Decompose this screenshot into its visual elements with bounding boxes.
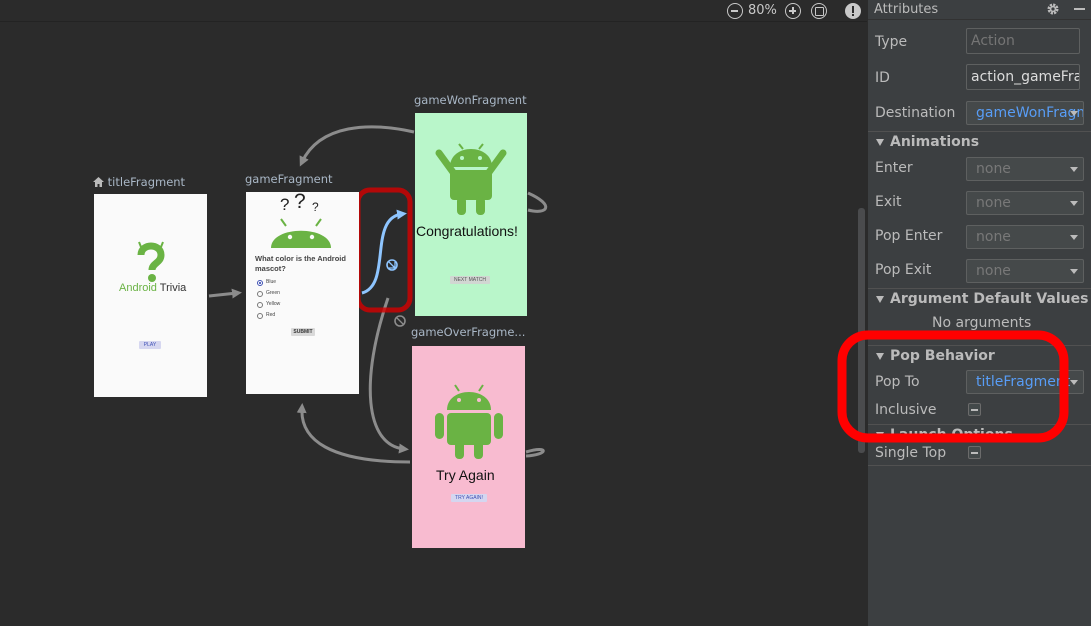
android-mascot-icon — [435, 384, 503, 459]
attributes-header: Attributes — [868, 0, 1091, 20]
answer-option[interactable]: Red — [257, 312, 317, 322]
id-label: ID — [875, 70, 890, 86]
svg-text:?: ? — [294, 192, 306, 213]
chevron-down-icon — [1070, 269, 1078, 274]
app-name: Android Trivia — [119, 282, 187, 294]
try-again-text: Try Again — [436, 467, 495, 483]
pop-behavior-icon — [386, 259, 398, 271]
enter-dropdown[interactable]: none — [966, 157, 1084, 181]
radio-icon — [257, 291, 263, 297]
chevron-down-icon — [1070, 235, 1078, 240]
title-fragment-label: titleFragment — [93, 175, 185, 189]
chevron-down-icon — [1070, 380, 1078, 385]
question-text: What color is the Android mascot? — [255, 254, 346, 273]
pop-exit-dropdown[interactable]: none — [966, 259, 1084, 283]
destination-dropdown[interactable]: gameWonFragment — [966, 101, 1084, 125]
exit-label: Exit — [875, 194, 902, 210]
exit-dropdown[interactable]: none — [966, 191, 1084, 215]
animations-section-header[interactable]: Animations — [868, 131, 1091, 153]
game-won-fragment-label: gameWonFragment — [414, 93, 527, 107]
minimize-icon[interactable] — [1074, 8, 1085, 10]
id-field[interactable]: action_gameFragment_to_gameWonFragment — [966, 64, 1080, 90]
game-fragment-screen[interactable]: ? ? ? What color is the Android mascot? … — [246, 192, 359, 394]
game-won-fragment-screen[interactable]: Congratulations! NEXT MATCH — [415, 113, 527, 316]
pop-exit-label: Pop Exit — [875, 262, 932, 278]
action-gamewon-restart[interactable] — [527, 191, 548, 213]
type-label: Type — [875, 34, 908, 50]
radio-icon — [257, 313, 263, 319]
action-gamewon-to-game[interactable] — [299, 125, 415, 167]
attributes-panel: Attributes Type ID action_gameFragment_t… — [837, 0, 1091, 626]
type-field[interactable] — [966, 28, 1080, 54]
chevron-down-icon — [1070, 167, 1078, 172]
destination-label: Destination — [875, 105, 956, 121]
title-fragment-screen[interactable]: Android Trivia PLAY — [94, 194, 207, 397]
navigation-graph-canvas[interactable]: 80% titleFragment Android Trivia PLAY ga… — [0, 0, 867, 626]
pop-behavior-icon — [394, 315, 406, 327]
action-title-to-game[interactable] — [208, 288, 242, 299]
radio-icon — [257, 302, 263, 308]
pop-enter-label: Pop Enter — [875, 228, 943, 244]
pop-behavior-highlight — [837, 330, 1069, 443]
submit-button[interactable]: SUBMIT — [291, 328, 315, 336]
radio-icon — [257, 280, 263, 286]
android-mascot-question-icon: ? ? ? — [271, 192, 331, 248]
panel-title: Attributes — [874, 2, 939, 17]
expand-triangle-icon — [876, 296, 884, 303]
action-game-to-gamewon-selected[interactable] — [361, 209, 407, 295]
game-over-fragment-label: gameOverFragme... — [411, 325, 526, 339]
svg-text:?: ? — [280, 195, 289, 214]
chevron-down-icon — [1070, 201, 1078, 206]
congratulations-text: Congratulations! — [416, 223, 518, 239]
home-icon — [93, 177, 104, 187]
divider — [868, 465, 1091, 466]
action-gameover-restart[interactable] — [525, 448, 545, 458]
game-over-fragment-screen[interactable]: Try Again TRY AGAIN! — [412, 346, 525, 548]
svg-text:?: ? — [312, 200, 319, 214]
play-button[interactable]: PLAY — [139, 341, 161, 349]
gear-icon[interactable] — [1046, 2, 1060, 16]
answer-option[interactable]: Blue — [257, 279, 317, 289]
action-gameover-to-game[interactable] — [296, 403, 411, 464]
next-match-button[interactable]: NEXT MATCH — [450, 276, 490, 284]
android-celebrate-icon — [435, 143, 507, 215]
try-again-button[interactable]: TRY AGAIN! — [451, 494, 487, 502]
answer-option[interactable]: Yellow — [257, 301, 317, 311]
argument-defaults-section-header[interactable]: Argument Default Values — [868, 288, 1091, 310]
expand-triangle-icon — [876, 139, 884, 146]
enter-label: Enter — [875, 160, 913, 176]
no-arguments-text: No arguments — [932, 315, 1032, 331]
game-fragment-label: gameFragment — [245, 172, 333, 186]
question-mark-android-icon — [137, 241, 165, 282]
chevron-down-icon — [1070, 111, 1078, 116]
answer-option[interactable]: Green — [257, 290, 317, 300]
pop-enter-dropdown[interactable]: none — [966, 225, 1084, 249]
